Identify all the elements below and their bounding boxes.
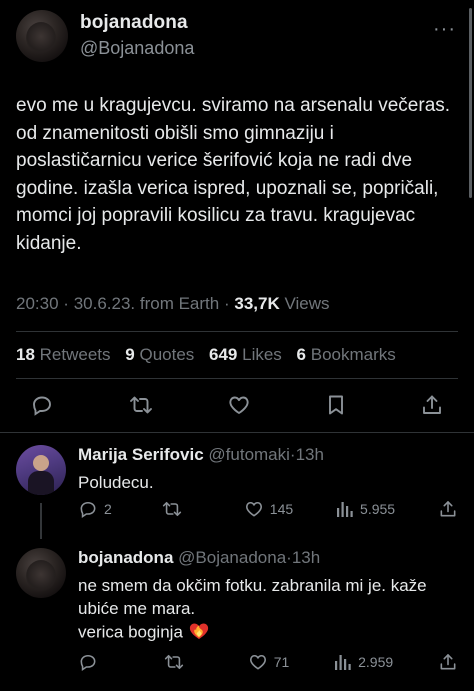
scrollbar[interactable] [469, 8, 472, 198]
retweet-icon[interactable] [128, 393, 154, 417]
reply-count: 2 [104, 501, 112, 517]
retweet-button[interactable] [163, 652, 203, 672]
reply-action-bar: 71 2.959 [78, 651, 458, 673]
view-count: 2.959 [358, 654, 394, 670]
reply-body: bojanadona @Bojanadona·13h ne smem da ok… [78, 548, 458, 646]
views-count: 33,7K [234, 294, 280, 313]
bookmarks-label: Bookmarks [310, 345, 396, 364]
reply-time[interactable]: 13h [296, 445, 324, 464]
reply-author-handle[interactable]: @futomaki [208, 445, 290, 464]
views-button[interactable]: 2.959 [334, 652, 393, 672]
tweet-source: from Earth [139, 294, 220, 313]
quotes-label: Quotes [139, 345, 195, 364]
main-tweet-header: bojanadona @Bojanadona ··· [16, 8, 458, 68]
heart-on-fire-emoji-icon [188, 620, 210, 646]
tweet-meta: 20:30 · 30.6.23. from Earth · 33,7K View… [16, 294, 330, 314]
avatar[interactable] [16, 10, 68, 62]
reply-author-handle[interactable]: @Bojanadona [178, 548, 286, 567]
views-label: Views [284, 294, 330, 313]
retweet-icon [164, 654, 183, 670]
share-button[interactable] [438, 652, 458, 672]
like-icon [245, 501, 262, 517]
like-button[interactable]: 71 [248, 652, 290, 672]
share-icon [440, 654, 456, 670]
likes-stat[interactable]: 649 Likes [209, 345, 282, 364]
like-count: 71 [273, 654, 290, 670]
reply-author-name[interactable]: bojanadona [78, 548, 173, 567]
reply-time[interactable]: 13h [292, 548, 320, 567]
tweet-stats: 18 Retweets 9 Quotes 649 Likes 6 Bookmar… [16, 345, 406, 365]
reply-icon [80, 501, 96, 518]
share-icon[interactable] [420, 393, 444, 417]
reply-button[interactable]: 2 [78, 499, 118, 519]
author-handle[interactable]: @Bojanadona [80, 38, 194, 59]
tweet-time[interactable]: 20:30 [16, 294, 59, 313]
quotes-stat[interactable]: 9 Quotes [125, 345, 194, 364]
thread-line [40, 503, 42, 539]
retweets-count: 18 [16, 345, 35, 364]
reply-icon[interactable] [30, 393, 54, 417]
retweets-stat[interactable]: 18 Retweets [16, 345, 111, 364]
like-button[interactable]: 145 [244, 499, 293, 519]
views-icon [337, 502, 353, 517]
reply-icon [80, 654, 96, 671]
bookmarks-stat[interactable]: 6 Bookmarks [297, 345, 396, 364]
avatar[interactable] [16, 548, 66, 598]
reply-text-line: ne smem da okčim fotku. zabranila mi je.… [78, 576, 427, 618]
view-count: 5.955 [360, 501, 396, 517]
avatar[interactable] [16, 445, 66, 495]
retweet-button[interactable] [161, 499, 201, 519]
reply-text: Poludecu. [78, 473, 154, 492]
likes-label: Likes [242, 345, 282, 364]
like-count: 145 [269, 501, 294, 517]
reply-author-name[interactable]: Marija Serifovic [78, 445, 204, 464]
meta-separator: · [223, 294, 230, 313]
share-icon [440, 501, 456, 517]
share-button[interactable] [438, 499, 458, 519]
like-icon[interactable] [227, 393, 251, 417]
reply-body: Marija Serifovic @futomaki·13h Poludecu. [78, 445, 458, 494]
retweet-icon [162, 501, 182, 517]
reply-header: Marija Serifovic @futomaki·13h [78, 445, 458, 465]
bookmarks-count: 6 [296, 345, 307, 364]
reply-action-bar: 2 145 5.955 [78, 498, 458, 520]
reply-text: ne smem da okčim fotku. zabranila mi je.… [78, 574, 458, 646]
author-block: bojanadona @Bojanadona [80, 12, 194, 59]
divider [16, 378, 458, 379]
views-icon [335, 655, 351, 670]
likes-count: 649 [209, 345, 238, 364]
divider [16, 331, 458, 332]
reply-text-line: verica boginja [78, 622, 183, 642]
author-display-name[interactable]: bojanadona [80, 12, 194, 34]
more-options-icon[interactable]: ··· [433, 18, 456, 41]
like-icon [249, 654, 266, 670]
tweet-action-bar [30, 390, 444, 420]
tweet-date[interactable]: 30.6.23. [74, 294, 135, 313]
reply-tweet[interactable]: bojanadona @Bojanadona·13h ne smem da ok… [16, 548, 458, 658]
retweets-label: Retweets [39, 345, 111, 364]
tweet-text: evo me u kragujevcu. sviramo na arsenalu… [16, 95, 451, 254]
meta-separator: · [63, 294, 69, 313]
divider [0, 432, 474, 433]
reply-header: bojanadona @Bojanadona·13h [78, 548, 458, 568]
views-button[interactable]: 5.955 [336, 499, 395, 519]
reply-button[interactable] [78, 652, 118, 672]
quotes-count: 9 [125, 345, 135, 364]
bookmark-icon[interactable] [325, 393, 347, 417]
